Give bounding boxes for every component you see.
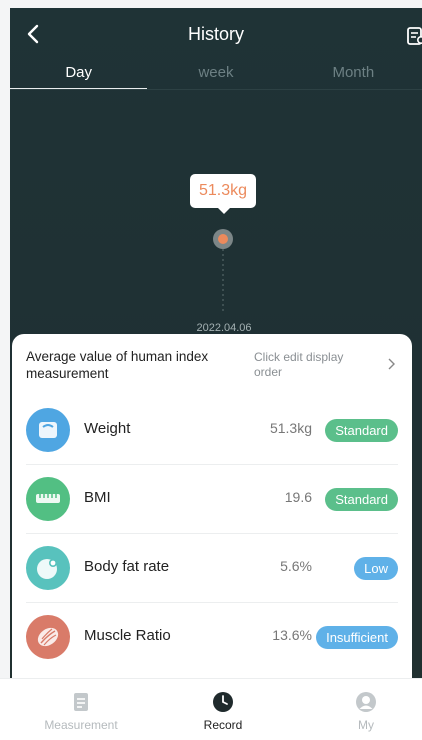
user-icon [356, 692, 376, 712]
nav-label: Record [203, 718, 243, 732]
status-badge: Low [354, 557, 398, 580]
fat-drop-icon [26, 546, 70, 590]
list-item-body-fat[interactable]: Body fat rate 5.6% Low [26, 534, 398, 603]
data-label-tooltip: 51.3kg [190, 174, 256, 214]
list-item-muscle-ratio[interactable]: Muscle Ratio 13.6% Insufficient [26, 603, 398, 672]
edit-display-order-link[interactable]: Click edit display order [254, 350, 374, 380]
list-item-weight[interactable]: Weight 51.3kg Standard [26, 396, 398, 465]
page-title: History [187, 24, 244, 44]
tab-month[interactable]: Month [285, 60, 422, 90]
index-name: BMI [84, 489, 111, 506]
nav-label: Measurement [44, 718, 118, 732]
card-title: Average value of human index measurement [26, 349, 209, 381]
index-list: Weight 51.3kg Standard BMI 19.6 Standard [26, 396, 398, 672]
period-tabs: Day week Month [10, 60, 422, 90]
nav-label: My [358, 718, 374, 732]
card-header: Average value of human index measurement… [26, 348, 406, 388]
nav-my[interactable]: My [311, 691, 421, 732]
index-value: 19.6 [284, 489, 312, 505]
index-value: 51.3kg [269, 420, 312, 436]
status-badge: Standard [325, 488, 398, 511]
app-header: History [10, 8, 422, 58]
report-icon[interactable] [406, 26, 422, 46]
list-item-bmi[interactable]: BMI 19.6 Standard [26, 465, 398, 534]
index-value: 13.6% [272, 627, 312, 643]
index-name: Weight [84, 420, 131, 437]
tab-week[interactable]: week [147, 60, 284, 90]
tabs-divider [10, 89, 422, 90]
chevron-right-icon[interactable] [386, 356, 396, 372]
index-value: 5.6% [280, 558, 312, 574]
scale-icon [26, 408, 70, 452]
data-point[interactable] [218, 234, 228, 244]
ruler-icon [26, 477, 70, 521]
weight-chart[interactable]: 51.3kg 2022.04.06 [10, 98, 422, 348]
tab-day[interactable]: Day [10, 60, 148, 90]
document-icon [74, 693, 88, 711]
bottom-nav: Measurement Record My [0, 678, 422, 740]
status-badge: Standard [325, 419, 398, 442]
muscle-icon [26, 615, 70, 659]
average-values-card: Average value of human index measurement… [12, 334, 412, 694]
index-name: Muscle Ratio [84, 627, 171, 644]
index-name: Body fat rate [84, 558, 170, 575]
clock-icon [213, 692, 233, 712]
status-badge: Insufficient [316, 626, 398, 649]
x-tick-label: 2022.04.06 [196, 322, 252, 334]
chart-canvas [213, 229, 233, 312]
nav-record[interactable]: Record [168, 691, 278, 732]
nav-measurement[interactable]: Measurement [26, 691, 136, 732]
